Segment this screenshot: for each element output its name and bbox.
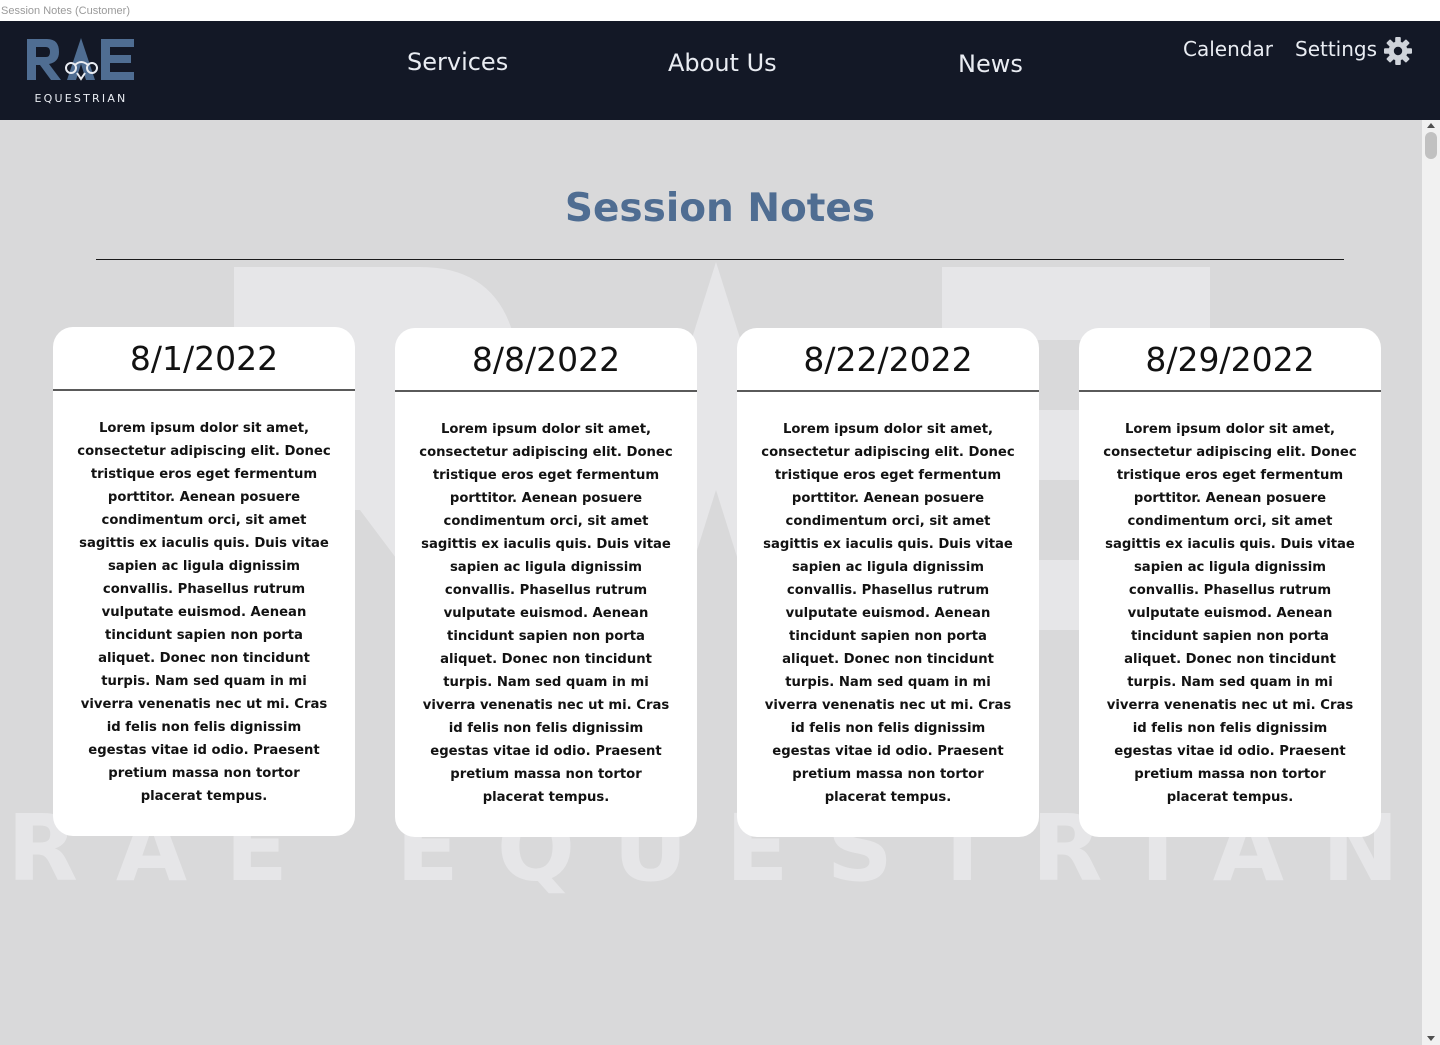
scroll-up-arrow-icon[interactable] xyxy=(1427,123,1435,128)
nav-about-link[interactable]: About Us xyxy=(668,49,777,77)
session-card[interactable]: 8/29/2022 Lorem ipsum dolor sit amet, co… xyxy=(1079,328,1381,837)
session-card[interactable]: 8/22/2022 Lorem ipsum dolor sit amet, co… xyxy=(737,328,1039,837)
session-notes: Lorem ipsum dolor sit amet, consectetur … xyxy=(761,422,1015,805)
main-content: RAE EQUESTRIAN Session Notes 8/1/2022 Lo… xyxy=(0,120,1422,1045)
scrollbar-thumb[interactable] xyxy=(1425,132,1437,159)
gear-icon[interactable] xyxy=(1383,36,1413,66)
session-notes: Lorem ipsum dolor sit amet, consectetur … xyxy=(419,422,673,805)
title-divider xyxy=(96,259,1344,260)
card-divider xyxy=(395,390,697,392)
session-notes: Lorem ipsum dolor sit amet, consectetur … xyxy=(77,421,331,804)
rae-logo-mark xyxy=(27,38,134,81)
top-navbar: EQUESTRIAN Services About Us News Calend… xyxy=(0,21,1440,120)
session-date: 8/8/2022 xyxy=(471,340,621,379)
nav-news-link[interactable]: News xyxy=(958,50,1023,78)
session-date: 8/29/2022 xyxy=(1145,340,1315,379)
session-notes: Lorem ipsum dolor sit amet, consectetur … xyxy=(1103,422,1357,805)
session-date: 8/1/2022 xyxy=(129,339,279,378)
session-card[interactable]: 8/8/2022 Lorem ipsum dolor sit amet, con… xyxy=(395,328,697,837)
session-card[interactable]: 8/1/2022 Lorem ipsum dolor sit amet, con… xyxy=(53,327,355,836)
nav-calendar-link[interactable]: Calendar xyxy=(1183,37,1273,61)
scroll-down-arrow-icon[interactable] xyxy=(1427,1036,1435,1041)
logo-wordmark: EQUESTRIAN xyxy=(34,92,128,105)
card-divider xyxy=(1079,390,1381,392)
card-divider xyxy=(737,390,1039,392)
nav-services-link[interactable]: Services xyxy=(407,48,508,76)
window-title: Session Notes (Customer) xyxy=(1,5,130,17)
page-title: Session Notes xyxy=(564,186,876,231)
card-divider xyxy=(53,389,355,391)
vertical-scrollbar[interactable] xyxy=(1422,120,1440,1045)
nav-settings-link[interactable]: Settings xyxy=(1295,37,1377,61)
brand-logo[interactable]: EQUESTRIAN xyxy=(25,35,137,107)
session-date: 8/22/2022 xyxy=(803,340,973,379)
